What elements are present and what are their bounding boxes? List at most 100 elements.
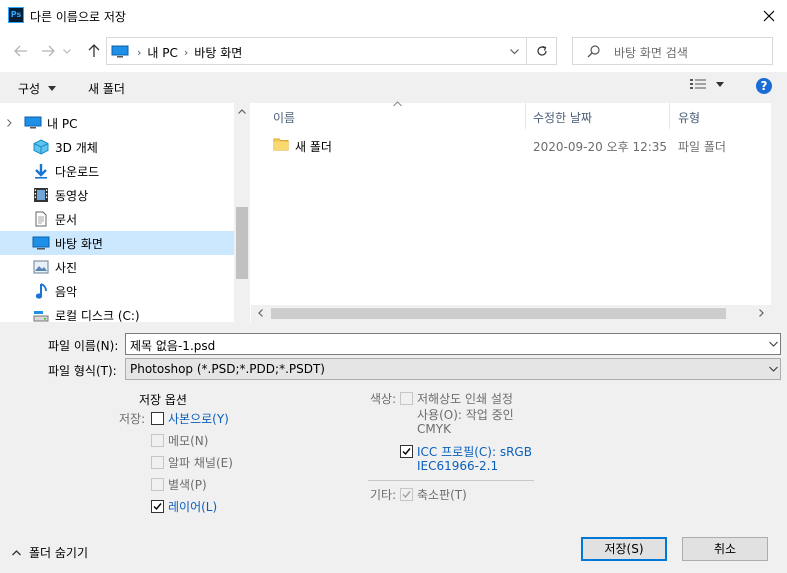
- forward-button[interactable]: [37, 40, 59, 62]
- breadcrumb-item-desktop[interactable]: 바탕 화면: [194, 44, 242, 61]
- nav-scroll-thumb[interactable]: [236, 207, 248, 279]
- nav-label: 동영상: [55, 188, 89, 203]
- nav-item-documents[interactable]: 문서: [0, 207, 234, 231]
- chevron-down-icon: [769, 366, 778, 372]
- search-icon: [587, 45, 600, 58]
- cancel-button[interactable]: 취소: [682, 537, 768, 561]
- search-placeholder: 바탕 화면 검색: [614, 46, 688, 60]
- spot-colors-checkbox[interactable]: [151, 478, 164, 491]
- chevron-right-icon: [7, 119, 12, 127]
- breadcrumb-item-pc[interactable]: 내 PC: [147, 44, 177, 61]
- layers-checkbox[interactable]: [151, 500, 164, 513]
- color-label: 색상:: [370, 392, 397, 406]
- nav-label: 음악: [55, 284, 78, 299]
- file-list: 이름 수정한 날짜 유형 새 폴더 2020-09-20 오후 12:35 파일…: [251, 101, 787, 322]
- filename-value: 제목 없음-1.psd: [130, 339, 216, 353]
- nav-item-local-disk[interactable]: 로컬 디스크 (C:): [0, 303, 234, 322]
- save-button[interactable]: 저장(S): [581, 537, 667, 561]
- up-button[interactable]: [83, 40, 105, 62]
- sort-ascending-icon: [393, 101, 402, 107]
- change-view-button[interactable]: [690, 78, 724, 90]
- music-icon: [35, 283, 47, 299]
- as-copy-label: 사본으로(Y): [168, 412, 229, 426]
- file-name: 새 폴더: [295, 140, 332, 154]
- hide-folders-button[interactable]: 폴더 숨기기: [12, 544, 88, 561]
- address-bar[interactable]: › 내 PC › 바탕 화면: [106, 37, 527, 65]
- filetype-label: 파일 형식(T):: [48, 364, 117, 378]
- nav-item-desktop[interactable]: 바탕 화면: [0, 231, 234, 255]
- nav-label: 사진: [55, 260, 78, 275]
- 3d-objects-icon: [33, 139, 49, 155]
- thumbnail-checkbox[interactable]: [400, 488, 413, 501]
- picture-icon: [33, 260, 49, 274]
- proof-setup-line3: CMYK: [417, 422, 451, 436]
- arrow-left-icon: [14, 45, 27, 57]
- window-title: 다른 이름으로 저장: [30, 10, 126, 24]
- spot-colors-label: 별색(P): [168, 478, 207, 492]
- close-button[interactable]: [755, 4, 783, 28]
- desktop-icon: [32, 236, 50, 250]
- as-copy-checkbox[interactable]: [151, 412, 164, 425]
- hscroll-thumb[interactable]: [271, 308, 726, 319]
- layers-label: 레이어(L): [168, 500, 218, 514]
- back-button[interactable]: [10, 40, 32, 62]
- nav-item-3d-objects[interactable]: 3D 개체: [0, 135, 234, 159]
- column-header-type[interactable]: 유형: [678, 109, 700, 126]
- save-options-panel: 파일 이름(N): 제목 없음-1.psd 파일 형식(T): Photosho…: [0, 322, 787, 573]
- nav-scrollbar[interactable]: [234, 103, 250, 322]
- use-proof-setup-checkbox[interactable]: [400, 392, 413, 405]
- recent-locations-button[interactable]: [60, 40, 74, 62]
- pc-icon: [111, 45, 129, 58]
- table-row[interactable]: 새 폴더 2020-09-20 오후 12:35 파일 폴더: [251, 134, 771, 156]
- breadcrumb-separator: ›: [137, 46, 142, 59]
- file-type: 파일 폴더: [678, 140, 726, 154]
- scroll-right-icon: [759, 309, 764, 317]
- icc-profile-line2: IEC61966-2.1: [417, 459, 499, 473]
- thumbnail-label: 축소판(T): [417, 488, 467, 502]
- column-divider[interactable]: [669, 103, 670, 129]
- chevron-up-icon: [12, 549, 21, 555]
- organize-button[interactable]: 구성: [18, 80, 57, 97]
- nav-label: 3D 개체: [55, 140, 98, 155]
- search-input[interactable]: 바탕 화면 검색: [572, 37, 773, 65]
- notes-checkbox[interactable]: [151, 434, 164, 447]
- file-list-scrollbar[interactable]: [771, 103, 787, 322]
- arrow-right-icon: [42, 45, 55, 57]
- icc-profile-line1: ICC 프로필(C): sRGB: [417, 445, 532, 459]
- nav-label: 로컬 디스크 (C:): [55, 308, 140, 323]
- nav-item-downloads[interactable]: 다운로드: [0, 159, 234, 183]
- refresh-button[interactable]: [527, 37, 557, 65]
- new-folder-button[interactable]: 새 폴더: [88, 80, 125, 97]
- caret-down-icon: [716, 81, 724, 87]
- navigation-pane: 내 PC 3D 개체 다운로드 동영상 문서 바탕 화면 사진 음악 로컬 디스…: [0, 103, 250, 322]
- column-divider[interactable]: [525, 103, 526, 129]
- nav-label: 문서: [55, 212, 78, 227]
- nav-label: 바탕 화면: [55, 236, 103, 251]
- photoshop-app-icon: Ps: [8, 7, 24, 23]
- pc-icon: [24, 116, 42, 129]
- file-list-hscrollbar[interactable]: [251, 305, 771, 322]
- nav-item-videos[interactable]: 동영상: [0, 183, 234, 207]
- filename-field[interactable]: 제목 없음-1.psd: [125, 333, 781, 355]
- save-label: 저장:: [119, 412, 146, 426]
- nav-label: 내 PC: [47, 116, 78, 131]
- nav-item-pictures[interactable]: 사진: [0, 255, 234, 279]
- nav-item-music[interactable]: 음악: [0, 279, 234, 303]
- filetype-select[interactable]: Photoshop (*.PSD;*.PDD;*.PSDT): [125, 358, 781, 380]
- proof-setup-line2: 사용(O): 작업 중인: [417, 408, 514, 422]
- alpha-channels-label: 알파 채널(E): [168, 456, 233, 470]
- alpha-channels-checkbox[interactable]: [151, 456, 164, 469]
- icc-profile-checkbox[interactable]: [400, 445, 413, 458]
- column-header-modified[interactable]: 수정한 날짜: [533, 109, 592, 126]
- command-toolbar: 구성 새 폴더 ?: [0, 72, 787, 103]
- document-icon: [35, 211, 47, 227]
- column-header-name[interactable]: 이름: [273, 109, 295, 126]
- scroll-left-icon: [258, 309, 263, 317]
- file-modified: 2020-09-20 오후 12:35: [533, 140, 668, 154]
- organize-label: 구성: [18, 82, 41, 96]
- address-dropdown-button[interactable]: [502, 38, 526, 64]
- other-label: 기타:: [370, 488, 397, 502]
- nav-item-pc[interactable]: 내 PC: [0, 111, 234, 135]
- video-icon: [34, 188, 48, 202]
- help-button[interactable]: ?: [756, 78, 772, 94]
